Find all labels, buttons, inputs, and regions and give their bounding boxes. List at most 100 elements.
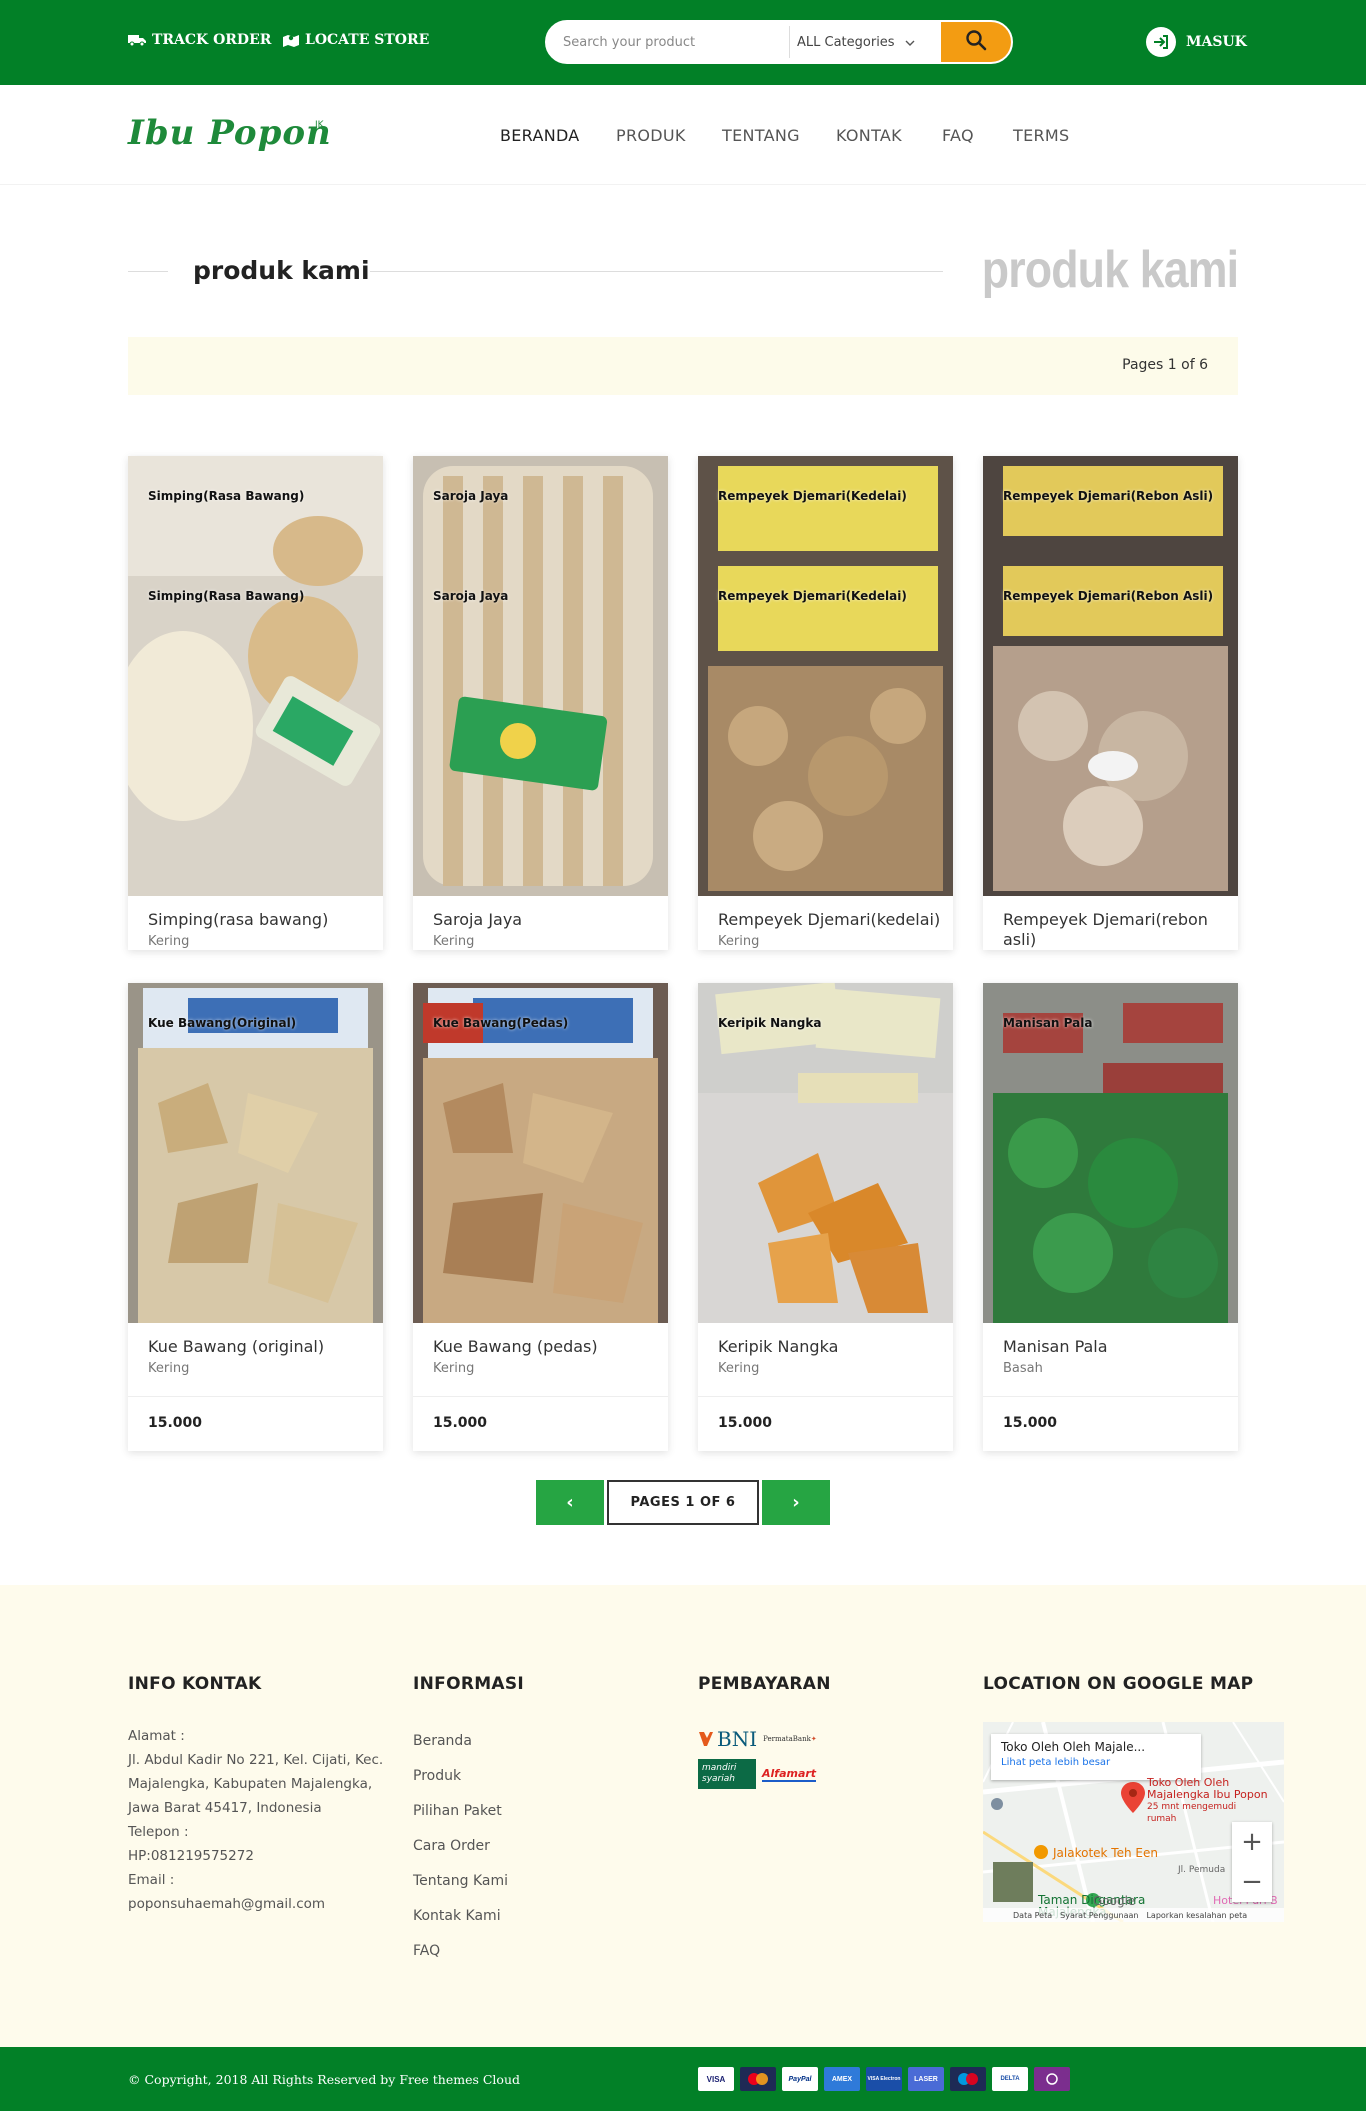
footer-link-kontak-kami[interactable]: Kontak Kami (413, 1899, 508, 1934)
bni-logo: BNI (698, 1727, 757, 1751)
map-report-link[interactable]: Laporkan kesalahan peta (1146, 1911, 1247, 1920)
category-select[interactable]: ALL Categories (797, 28, 915, 56)
product-price: 15.000 (1003, 1415, 1058, 1431)
product-category: Basah (1003, 1361, 1043, 1376)
search-divider (789, 26, 790, 58)
footer-link-pilihan-paket[interactable]: Pilihan Paket (413, 1794, 508, 1829)
product-image[interactable]: Kue Bawang(Pedas) (413, 983, 668, 1323)
price-divider (128, 1396, 383, 1397)
footer-info-links: Beranda Produk Pilihan Paket Cara Order … (413, 1724, 508, 1969)
product-photo (413, 983, 668, 1323)
contact-info: Alamat : Jl. Abdul Kadir No 221, Kel. Ci… (128, 1724, 388, 1916)
product-image[interactable]: Rempeyek Djemari(Kedelai) Rempeyek Djema… (698, 456, 953, 896)
product-name[interactable]: Keripik Nangka (718, 1337, 838, 1357)
product-image[interactable]: Kue Bawang(Original) (128, 983, 383, 1323)
product-category: Kering (433, 934, 475, 949)
login-button[interactable]: MASUK (1146, 27, 1247, 57)
footer-link-faq[interactable]: FAQ (413, 1934, 508, 1969)
product-card[interactable]: Rempeyek Djemari(Rebon Asli) Rempeyek Dj… (983, 456, 1238, 950)
nav-terms[interactable]: TERMS (1013, 126, 1069, 145)
zoom-in-button[interactable]: + (1232, 1822, 1272, 1862)
amex-card-icon: AMEX (824, 2067, 860, 2091)
product-card[interactable]: Manisan Pala Manisan Pala Basah 15.000 (983, 983, 1238, 1451)
product-card[interactable]: Simping(Rasa Bawang) Simping(Rasa Bawang… (128, 456, 383, 950)
price-divider (698, 1396, 953, 1397)
maestro-card-icon (950, 2067, 986, 2091)
product-photo (698, 456, 953, 896)
email-value[interactable]: poponsuhaemah@gmail.com (128, 1892, 388, 1916)
product-name[interactable]: Kue Bawang (pedas) (433, 1337, 598, 1357)
nav-produk[interactable]: PRODUK (616, 126, 686, 145)
product-tag: Simping(Rasa Bawang) (148, 589, 305, 603)
product-image[interactable]: Rempeyek Djemari(Rebon Asli) Rempeyek Dj… (983, 456, 1238, 896)
footer-link-tentang-kami[interactable]: Tentang Kami (413, 1864, 508, 1899)
footer-payment-heading: PEMBAYARAN (698, 1674, 831, 1694)
chevron-down-icon (905, 35, 915, 50)
pagination-current: PAGES 1 OF 6 (607, 1480, 759, 1525)
product-card[interactable]: Kue Bawang(Original) Kue Bawang (origina… (128, 983, 383, 1451)
map-poi-1: Jalakotek Teh Een (1053, 1846, 1158, 1860)
track-order-link[interactable]: TRACK ORDER (128, 32, 271, 48)
product-name[interactable]: Kue Bawang (original) (148, 1337, 324, 1357)
product-image[interactable]: Simping(Rasa Bawang) Simping(Rasa Bawang… (128, 456, 383, 896)
product-tag: Saroja Jaya (433, 489, 509, 503)
product-name[interactable]: Rempeyek Djemari(kedelai) (718, 910, 940, 930)
product-image[interactable]: Saroja Jaya Saroja Jaya (413, 456, 668, 896)
phone-label: Telepon : (128, 1824, 189, 1840)
footer-link-cara-order[interactable]: Cara Order (413, 1829, 508, 1864)
pagination-prev-button[interactable]: ‹ (536, 1480, 604, 1525)
product-card[interactable]: Saroja Jaya Saroja Jaya Saroja Jaya Keri… (413, 456, 668, 950)
product-name[interactable]: Simping(rasa bawang) (148, 910, 328, 930)
map-data-label: Data Peta (1013, 1910, 1053, 1920)
google-map[interactable]: Toko Oleh Oleh Majale... Lihat peta lebi… (983, 1722, 1284, 1922)
nav-tentang[interactable]: TENTANG (722, 126, 800, 145)
product-tag: Kue Bawang(Pedas) (433, 1016, 569, 1030)
visa-card-icon: VISA (698, 2067, 734, 2091)
nav-faq[interactable]: FAQ (942, 126, 974, 145)
zoom-out-button[interactable]: − (1232, 1862, 1272, 1902)
map-info-card: Toko Oleh Oleh Majale... Lihat peta lebi… (991, 1734, 1201, 1780)
product-card[interactable]: Kue Bawang(Pedas) Kue Bawang (pedas) Ker… (413, 983, 668, 1451)
map-pin-label: Toko Oleh Oleh Majalengka Ibu Popon (1147, 1776, 1268, 1801)
pagination-next-button[interactable]: › (762, 1480, 830, 1525)
chevron-right-icon: › (792, 1492, 800, 1513)
product-name[interactable]: Saroja Jaya (433, 910, 522, 930)
permatabank-logo: PermataBank✦ (763, 1735, 817, 1743)
search-bar: ALL Categories (545, 20, 1013, 64)
product-name[interactable]: Manisan Pala (1003, 1337, 1108, 1357)
pages-info-bar: Pages 1 of 6 (128, 337, 1238, 395)
price-divider (413, 1396, 668, 1397)
product-name[interactable]: Rempeyek Djemari(rebon asli) (1003, 910, 1223, 950)
locate-store-link[interactable]: LOCATE STORE (283, 32, 429, 48)
title-line-left (128, 271, 168, 272)
product-category: Kering (433, 1361, 475, 1376)
topbar: TRACK ORDER LOCATE STORE ALL Categories … (0, 0, 1366, 85)
search-button[interactable] (939, 22, 1011, 62)
product-card[interactable]: Rempeyek Djemari(Kedelai) Rempeyek Djema… (698, 456, 953, 950)
paypal-card-icon: PayPal (782, 2067, 818, 2091)
product-tag: Manisan Pala (1003, 1016, 1093, 1030)
pages-info: Pages 1 of 6 (1122, 357, 1208, 373)
site-logo[interactable]: Ibu Popon (128, 113, 332, 153)
product-image[interactable]: Manisan Pala (983, 983, 1238, 1323)
search-input[interactable] (557, 28, 787, 56)
product-tag: Keripik Nangka (718, 1016, 822, 1030)
category-selected: ALL Categories (797, 34, 895, 50)
footer-link-produk[interactable]: Produk (413, 1759, 508, 1794)
copyright-text: © Copyright, 2018 All Rights Reserved by… (128, 2072, 521, 2087)
logo-mark: IK (315, 120, 324, 130)
map-terms-link[interactable]: Syarat Penggunaan (1060, 1911, 1138, 1920)
product-image[interactable]: Keripik Nangka (698, 983, 953, 1323)
email-label: Email : (128, 1872, 175, 1888)
nav-beranda[interactable]: BERANDA (500, 126, 580, 145)
map-footer: Data Peta Syarat Penggunaan Laporkan kes… (983, 1908, 1284, 1922)
product-card[interactable]: Keripik Nangka Keripik Nangka Kering 15.… (698, 983, 953, 1451)
product-price: 15.000 (718, 1415, 773, 1431)
product-tag: Rempeyek Djemari(Kedelai) (718, 489, 907, 503)
map-view-larger-link[interactable]: Lihat peta lebih besar (1001, 1757, 1191, 1768)
nav-kontak[interactable]: KONTAK (836, 126, 902, 145)
footer-link-beranda[interactable]: Beranda (413, 1724, 508, 1759)
product-tag: Rempeyek Djemari(Rebon Asli) (1003, 589, 1214, 603)
ebay-card-icon (1034, 2067, 1070, 2091)
locate-store-label: LOCATE STORE (305, 32, 430, 48)
